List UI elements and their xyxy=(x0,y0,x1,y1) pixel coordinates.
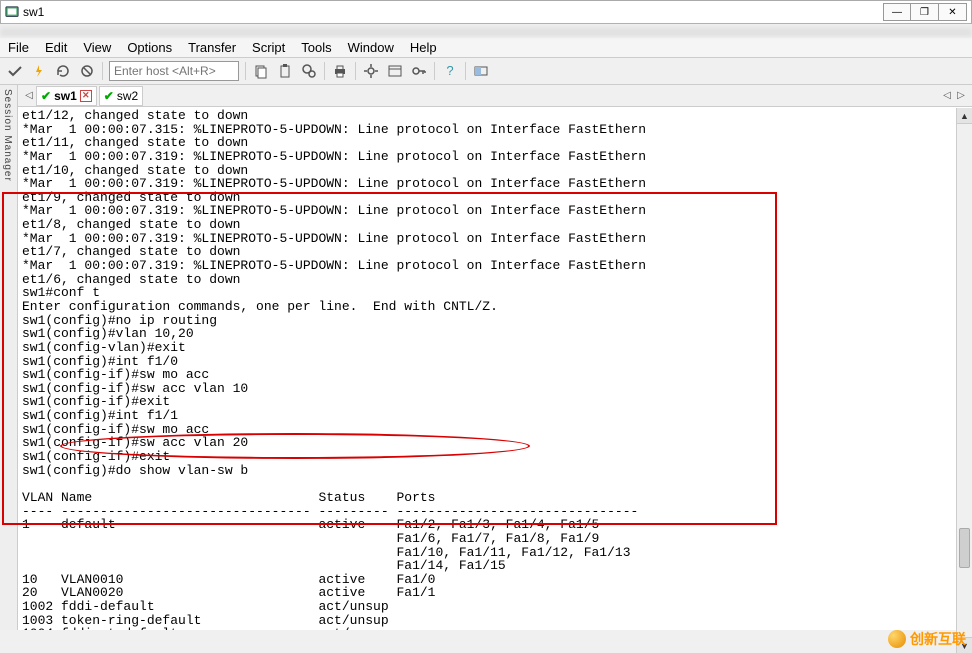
help-icon[interactable]: ? xyxy=(441,62,459,80)
status-connected-icon: ✔ xyxy=(41,89,51,103)
toggle-icon[interactable] xyxy=(472,62,490,80)
connect-icon[interactable] xyxy=(6,62,24,80)
scroll-up-button[interactable]: ▲ xyxy=(957,108,972,124)
tab-sw1[interactable]: ✔ sw1 ✕ xyxy=(36,86,97,106)
separator xyxy=(355,62,356,80)
content-pane: ◁ ✔ sw1 ✕ ✔ sw2 ◁ ▷ et1/12, changed stat… xyxy=(18,85,972,630)
quick-connect-icon[interactable] xyxy=(30,62,48,80)
host-input[interactable] xyxy=(109,61,239,81)
close-button[interactable]: ✕ xyxy=(939,3,967,21)
tab-prev-button[interactable]: ◁ xyxy=(22,90,36,101)
reconnect-icon[interactable] xyxy=(54,62,72,80)
menu-transfer[interactable]: Transfer xyxy=(188,40,236,55)
separator xyxy=(434,62,435,80)
tab-sw2[interactable]: ✔ sw2 xyxy=(99,86,143,106)
terminal-output[interactable]: et1/12, changed state to down *Mar 1 00:… xyxy=(18,107,972,630)
disconnect-icon[interactable] xyxy=(78,62,96,80)
menu-bar: File Edit View Options Transfer Script T… xyxy=(0,38,972,58)
session-manager-tab[interactable]: Session Manager xyxy=(0,85,18,630)
maximize-button[interactable]: ❐ xyxy=(911,3,939,21)
tab-label: sw1 xyxy=(54,89,77,103)
window-controls: — ❐ ✕ xyxy=(883,3,967,21)
svg-text:?: ? xyxy=(446,63,453,78)
key-icon[interactable] xyxy=(410,62,428,80)
find-icon[interactable] xyxy=(300,62,318,80)
separator xyxy=(245,62,246,80)
session-options-icon[interactable] xyxy=(386,62,404,80)
session-tab-bar: ◁ ✔ sw1 ✕ ✔ sw2 ◁ ▷ xyxy=(18,85,972,107)
scroll-thumb[interactable] xyxy=(959,528,970,568)
minimize-button[interactable]: — xyxy=(883,3,911,21)
title-bar: sw1 — ❐ ✕ xyxy=(0,0,972,24)
menu-options[interactable]: Options xyxy=(127,40,172,55)
tab-label: sw2 xyxy=(117,89,138,103)
toolbar: ? xyxy=(0,58,972,85)
blurred-partial-toolbar xyxy=(0,26,972,36)
tab-scroll-left-button[interactable]: ◁ xyxy=(940,90,954,101)
separator xyxy=(324,62,325,80)
status-connected-icon: ✔ xyxy=(104,89,114,103)
separator xyxy=(465,62,466,80)
menu-file[interactable]: File xyxy=(8,40,29,55)
watermark-text: 创新互联 xyxy=(910,629,966,649)
tab-scroll-right-button[interactable]: ▷ xyxy=(954,90,968,101)
window-title: sw1 xyxy=(23,5,879,19)
menu-help[interactable]: Help xyxy=(410,40,437,55)
watermark-icon xyxy=(888,630,906,648)
menu-edit[interactable]: Edit xyxy=(45,40,67,55)
copy-icon[interactable] xyxy=(252,62,270,80)
app-icon xyxy=(5,5,19,19)
menu-script[interactable]: Script xyxy=(252,40,285,55)
print-icon[interactable] xyxy=(331,62,349,80)
settings-icon[interactable] xyxy=(362,62,380,80)
tab-close-button[interactable]: ✕ xyxy=(80,90,92,102)
menu-view[interactable]: View xyxy=(83,40,111,55)
main-area: Session Manager ◁ ✔ sw1 ✕ ✔ sw2 ◁ ▷ et1/… xyxy=(0,85,972,630)
vertical-scrollbar[interactable]: ▲ ▼ xyxy=(956,108,972,653)
menu-window[interactable]: Window xyxy=(348,40,394,55)
paste-icon[interactable] xyxy=(276,62,294,80)
menu-tools[interactable]: Tools xyxy=(301,40,331,55)
separator xyxy=(102,62,103,80)
watermark: 创新互联 xyxy=(888,629,966,649)
